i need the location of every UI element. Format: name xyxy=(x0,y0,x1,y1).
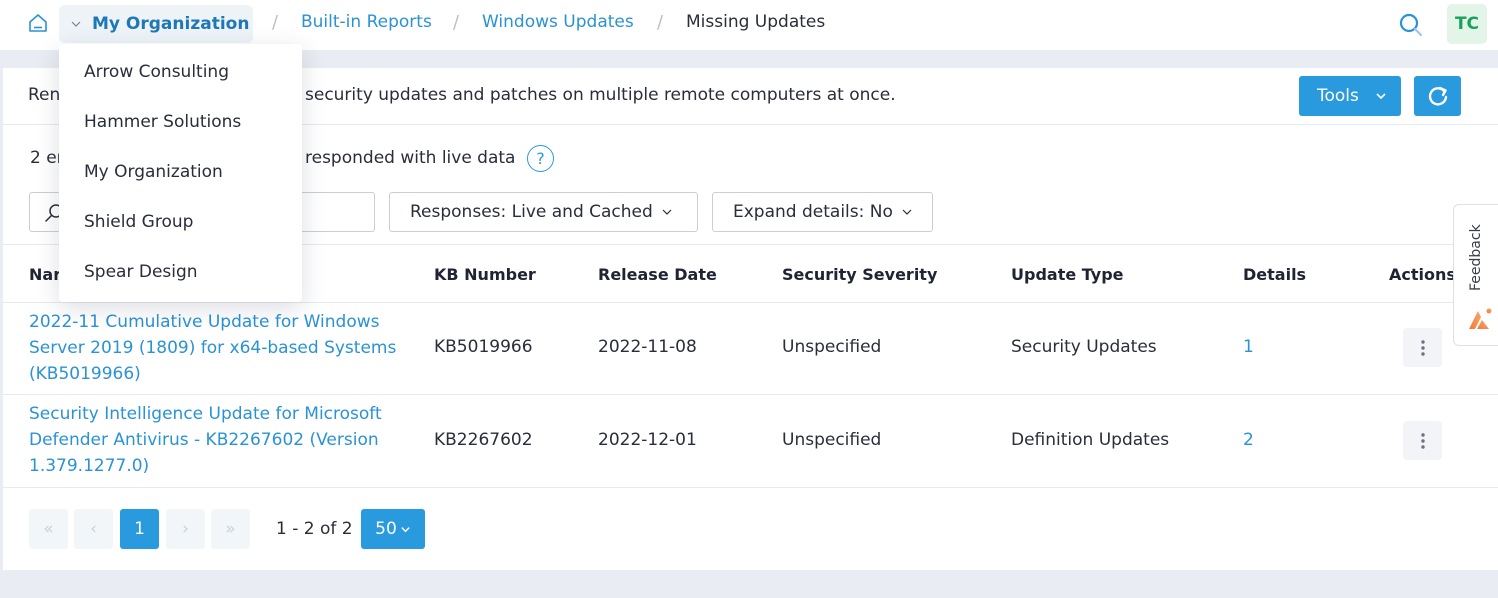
update-name-link[interactable]: 2022-11 Cumulative Update for Windows Se… xyxy=(29,309,399,387)
org-option-shield-group[interactable]: Shield Group xyxy=(84,212,193,232)
column-name[interactable]: Nar xyxy=(29,265,61,284)
previous-page-button[interactable]: ‹ xyxy=(74,509,113,549)
details-link[interactable]: 1 xyxy=(1243,337,1254,357)
breadcrumb-separator: / xyxy=(657,12,664,33)
per-page-select[interactable]: 50 xyxy=(361,509,425,549)
release-date: 2022-12-01 xyxy=(598,430,697,450)
help-icon[interactable]: ? xyxy=(527,145,554,172)
row-actions-button[interactable] xyxy=(1403,328,1442,367)
tools-button[interactable]: Tools xyxy=(1299,76,1401,116)
column-kb-number[interactable]: KB Number xyxy=(434,265,536,284)
org-option-spear-design[interactable]: Spear Design xyxy=(84,262,198,282)
kb-number: KB5019966 xyxy=(434,337,533,357)
update-type: Security Updates xyxy=(1011,337,1157,357)
last-page-button[interactable]: » xyxy=(211,509,250,549)
refresh-button[interactable] xyxy=(1414,76,1461,116)
org-option-my-organization[interactable]: My Organization xyxy=(84,162,223,182)
feedback-label: Feedback xyxy=(1468,224,1484,291)
tools-label: Tools xyxy=(1317,86,1359,106)
org-option-arrow-consulting[interactable]: Arrow Consulting xyxy=(84,62,229,82)
column-details[interactable]: Details xyxy=(1243,265,1306,284)
feedback-tab[interactable]: Feedback xyxy=(1453,204,1498,346)
column-security-severity[interactable]: Security Severity xyxy=(782,265,937,284)
chevron-down-icon xyxy=(71,21,81,27)
details-link[interactable]: 2 xyxy=(1243,430,1254,450)
chevron-down-icon xyxy=(1376,93,1386,100)
description-text-left: Ren xyxy=(28,85,61,105)
release-date: 2022-11-08 xyxy=(598,337,697,357)
description-text: security updates and patches on multiple… xyxy=(305,85,896,105)
refresh-icon xyxy=(1428,86,1447,106)
organization-dropdown: Arrow Consulting Hammer Solutions My Org… xyxy=(59,44,302,302)
breadcrumb-separator: / xyxy=(272,12,279,33)
column-update-type[interactable]: Update Type xyxy=(1011,265,1124,284)
table-row: Security Intelligence Update for Microso… xyxy=(3,395,1498,488)
responses-filter-label: Responses: Live and Cached xyxy=(410,202,653,222)
home-icon[interactable] xyxy=(27,12,49,34)
row-actions-button[interactable] xyxy=(1403,421,1442,460)
per-page-value: 50 xyxy=(375,519,397,539)
breadcrumb-missing-updates: Missing Updates xyxy=(686,12,826,32)
update-name-link[interactable]: Security Intelligence Update for Microso… xyxy=(29,401,399,479)
organization-selector[interactable]: My Organization xyxy=(59,5,253,43)
chevron-down-icon xyxy=(902,209,912,215)
first-page-button[interactable]: « xyxy=(29,509,68,549)
organization-name: My Organization xyxy=(92,14,250,34)
org-option-hammer-solutions[interactable]: Hammer Solutions xyxy=(84,112,241,132)
feedback-logo-icon xyxy=(1469,308,1492,329)
column-release-date[interactable]: Release Date xyxy=(598,265,717,284)
column-actions: Actions xyxy=(1389,265,1456,284)
kb-number: KB2267602 xyxy=(434,430,533,450)
more-vertical-icon xyxy=(1420,432,1425,449)
top-bar: My Organization / Built-in Reports / Win… xyxy=(0,0,1498,50)
more-vertical-icon xyxy=(1420,339,1425,356)
search-icon[interactable] xyxy=(1398,12,1424,38)
security-severity: Unspecified xyxy=(782,430,882,450)
user-avatar[interactable]: TC xyxy=(1447,4,1487,44)
chevron-down-icon xyxy=(401,526,410,532)
update-type: Definition Updates xyxy=(1011,430,1170,450)
breadcrumb-built-in-reports[interactable]: Built-in Reports xyxy=(301,12,432,32)
summary-text: responded with live data xyxy=(305,148,516,168)
page-range: 1 - 2 of 2 xyxy=(276,519,353,539)
security-severity: Unspecified xyxy=(782,337,882,357)
breadcrumb-separator: / xyxy=(453,12,460,33)
expand-details-label: Expand details: No xyxy=(733,202,893,222)
table-row: 2022-11 Cumulative Update for Windows Se… xyxy=(3,303,1498,395)
breadcrumb-windows-updates[interactable]: Windows Updates xyxy=(482,12,634,32)
responses-filter[interactable]: Responses: Live and Cached xyxy=(389,192,698,232)
page-1-button[interactable]: 1 xyxy=(120,509,159,549)
next-page-button[interactable]: › xyxy=(166,509,205,549)
chevron-down-icon xyxy=(662,209,672,215)
expand-details-filter[interactable]: Expand details: No xyxy=(712,192,933,232)
